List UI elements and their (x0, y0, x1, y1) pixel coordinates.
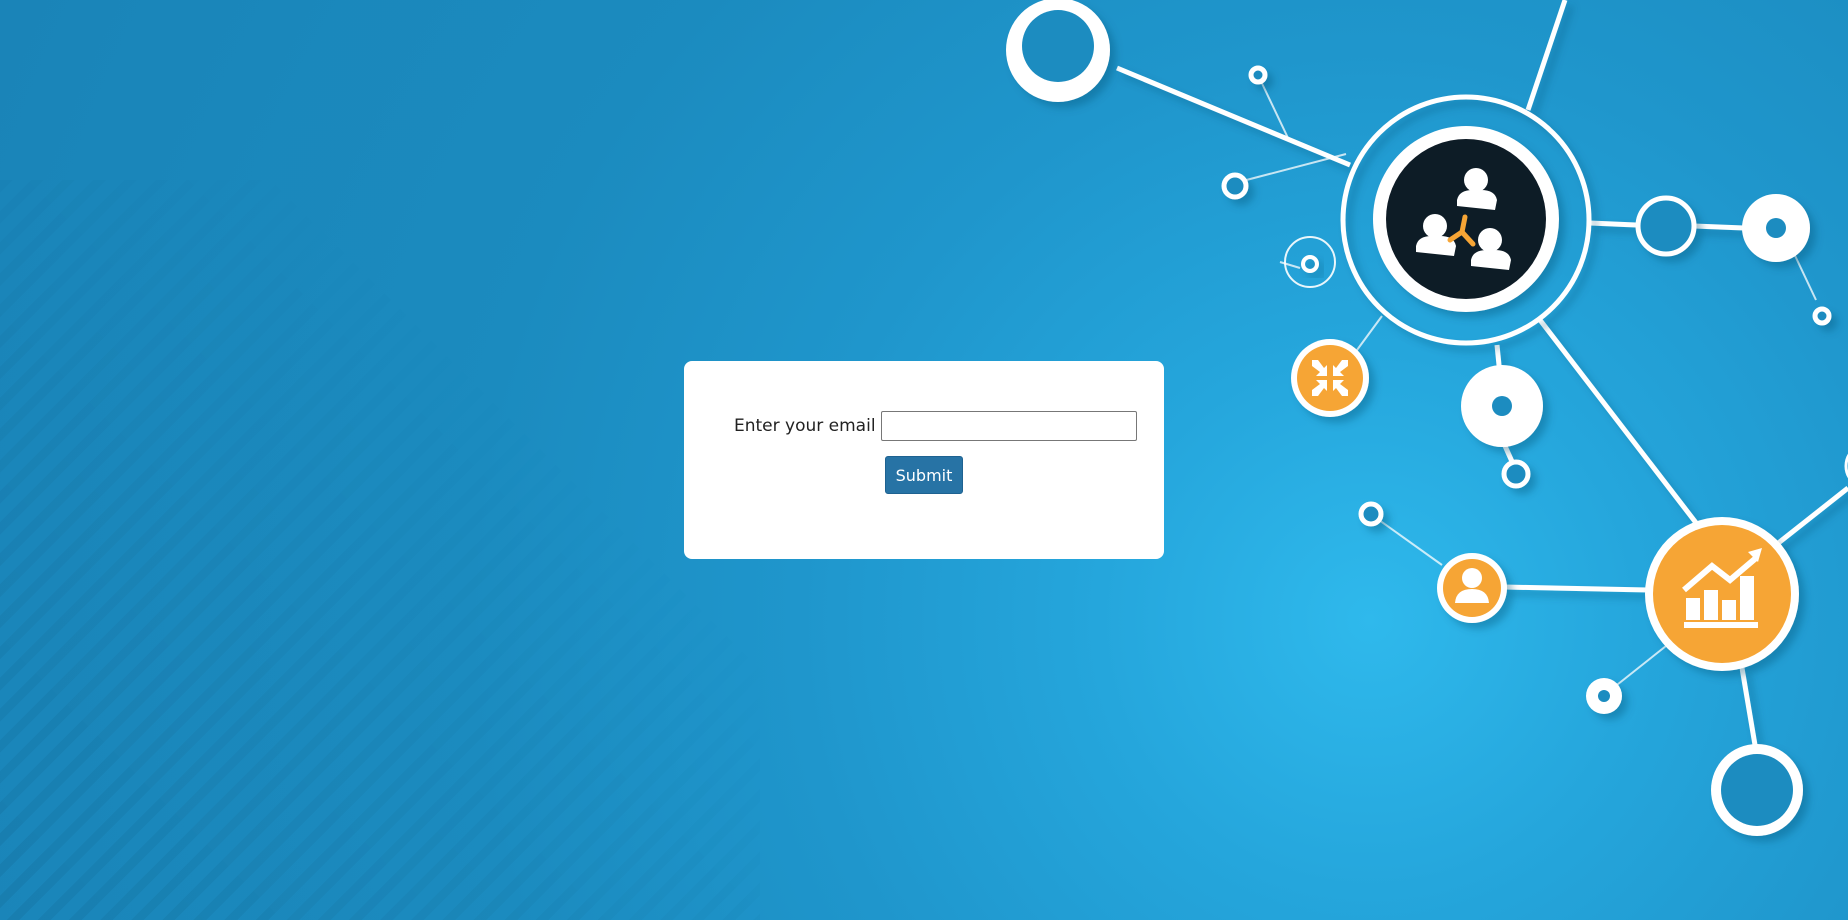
email-row: Enter your email (734, 411, 1137, 441)
email-label: Enter your email (734, 416, 876, 436)
growth-chart-icon (1645, 517, 1799, 671)
submit-button[interactable]: Submit (885, 456, 963, 494)
compress-arrows-icon (1291, 339, 1369, 417)
email-field[interactable] (880, 411, 1137, 441)
email-form-card: Enter your email Submit (684, 361, 1164, 559)
